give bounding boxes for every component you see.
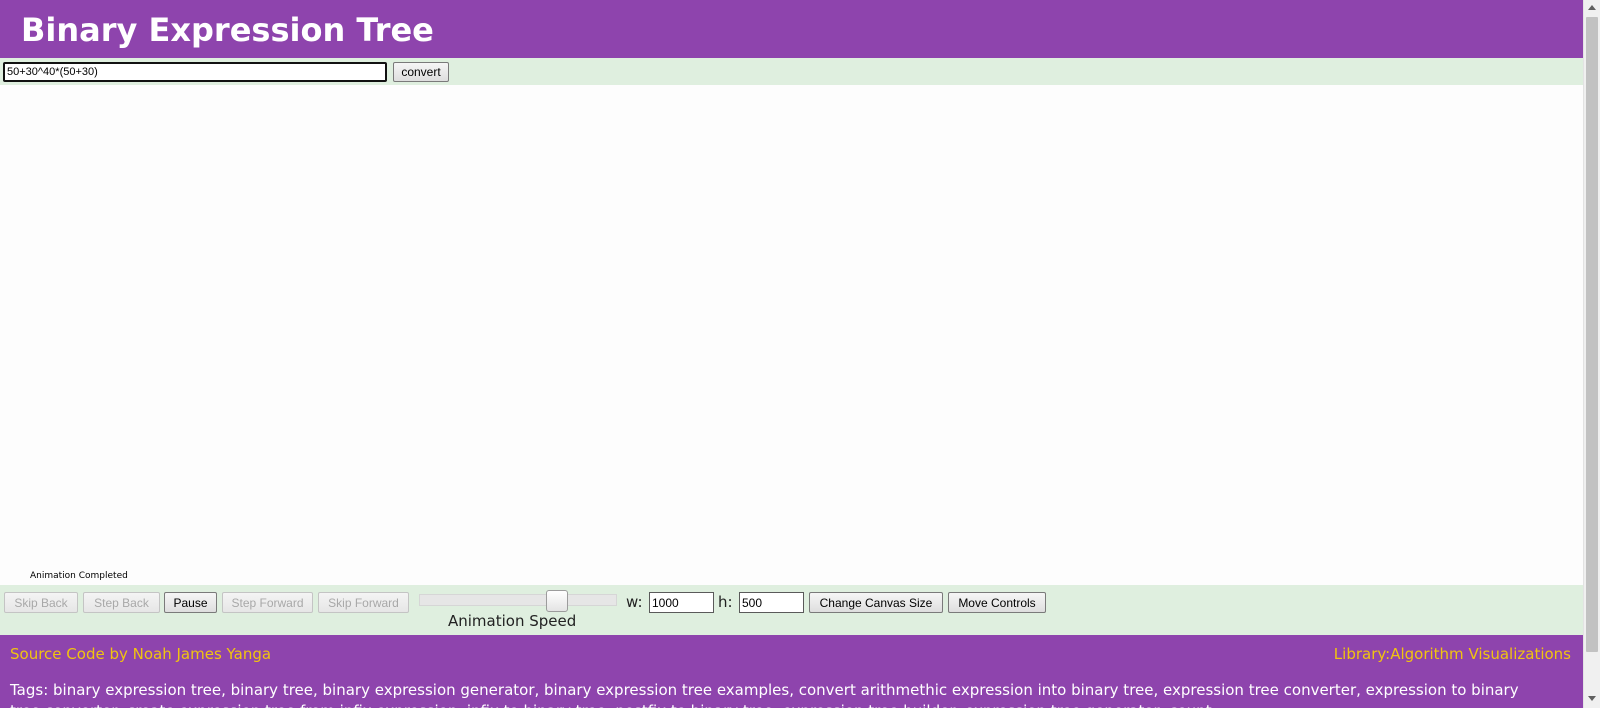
skip-forward-button[interactable]: Skip Forward [318, 592, 409, 613]
move-controls-button[interactable]: Move Controls [948, 592, 1046, 613]
canvas-height-input[interactable] [739, 592, 804, 613]
speed-slider-thumb[interactable] [546, 590, 568, 612]
skip-back-button[interactable]: Skip Back [4, 592, 78, 613]
step-back-button[interactable]: Step Back [83, 592, 160, 613]
animation-speed-label: Animation Speed [448, 612, 577, 630]
footer: Source Code by Noah James Yanga Library:… [0, 635, 1583, 708]
speed-slider-track[interactable] [419, 594, 617, 606]
animation-speed-slider[interactable] [419, 590, 617, 612]
page: Binary Expression Tree convert Animation… [0, 0, 1600, 708]
vertical-scrollbar[interactable] [1583, 0, 1600, 708]
header-bar: Binary Expression Tree [0, 0, 1583, 58]
animation-controls-bar: Skip Back Step Back Pause Step Forward S… [0, 585, 1583, 635]
tags-text: Tags: binary expression tree, binary tre… [10, 681, 1519, 708]
library-link[interactable]: Library:Algorithm Visualizations [1334, 645, 1571, 663]
pause-button[interactable]: Pause [164, 592, 217, 613]
visualization-canvas [0, 85, 1583, 585]
step-forward-button[interactable]: Step Forward [222, 592, 313, 613]
scroll-up-arrow-icon[interactable] [1588, 5, 1596, 10]
canvas-width-label: w: [626, 593, 643, 611]
scroll-down-arrow-icon[interactable] [1588, 696, 1596, 701]
algorithm-controls-bar: convert [0, 58, 1583, 85]
animation-status-text: Animation Completed [30, 571, 128, 581]
page-title: Binary Expression Tree [21, 11, 434, 49]
scrollbar-thumb[interactable] [1586, 17, 1598, 652]
canvas-height-label: h: [718, 593, 733, 611]
canvas-width-input[interactable] [649, 592, 714, 613]
source-code-credit-link[interactable]: Source Code by Noah James Yanga [10, 645, 271, 663]
convert-button[interactable]: convert [393, 62, 449, 82]
change-canvas-size-button[interactable]: Change Canvas Size [809, 592, 943, 613]
expression-input[interactable] [3, 62, 387, 82]
